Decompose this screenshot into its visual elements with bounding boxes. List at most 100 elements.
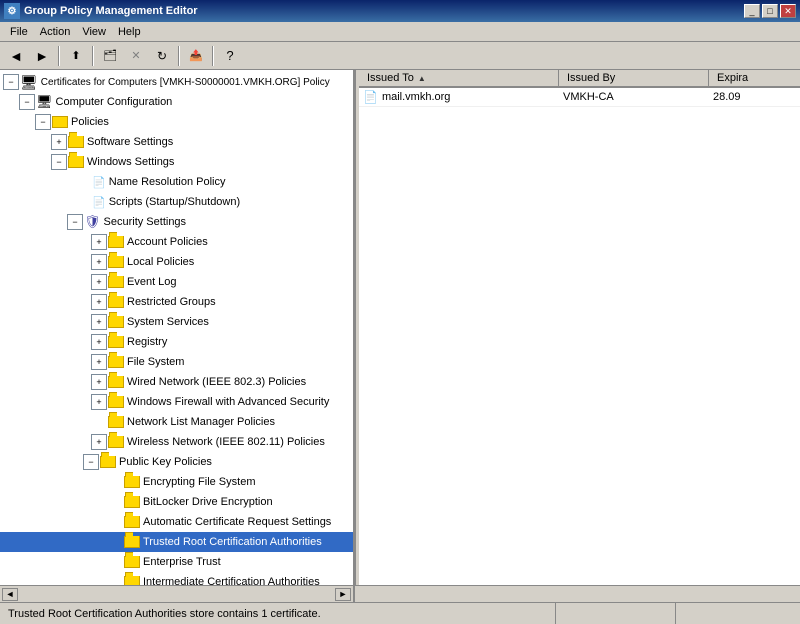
status-section-2 [556,603,676,624]
enterprise-trust-label: Enterprise Trust [143,556,221,568]
security-settings-expand[interactable]: − [67,214,83,230]
tree-bitlocker[interactable]: BitLocker Drive Encryption [0,492,353,512]
issued-by-value: VMKH-CA [563,91,614,103]
tree-encrypting-fs[interactable]: Encrypting File System [0,472,353,492]
tree-registry[interactable]: + Registry [0,332,353,352]
h-scroll-area: ◄ ► [0,585,800,602]
tree-enterprise-trust[interactable]: Enterprise Trust [0,552,353,572]
tree-software-settings[interactable]: + Software Settings [0,132,353,152]
wired-network-label: Wired Network (IEEE 802.3) Policies [127,376,306,388]
tree-network-list[interactable]: Network List Manager Policies [0,412,353,432]
tree-name-resolution[interactable]: 📄 Name Resolution Policy [0,172,353,192]
tree-policies[interactable]: − Policies [0,112,353,132]
tree-pane[interactable]: − 🖥 Certificates for Computers [VMKH-S00… [0,70,355,585]
registry-label: Registry [127,336,167,348]
tree-root[interactable]: − 🖥 Certificates for Computers [VMKH-S00… [0,72,353,92]
menu-view[interactable]: View [76,24,112,40]
h-scroll-right-btn[interactable]: ► [335,588,351,601]
tree-security-settings[interactable]: − 🛡 Security Settings [0,212,353,232]
minimize-button[interactable]: _ [744,4,760,18]
system-services-expand[interactable]: + [91,314,107,330]
encrypting-fs-icon [124,476,140,488]
delete-button[interactable]: ✕ [124,45,148,67]
wireless-network-expand[interactable]: + [91,434,107,450]
local-policies-icon [108,256,124,268]
tree-restricted-groups[interactable]: + Restricted Groups [0,292,353,312]
tree-system-services[interactable]: + System Services [0,312,353,332]
auto-cert-space [107,514,123,530]
sort-arrow-issued-to: ▲ [418,74,426,83]
software-settings-label: Software Settings [87,136,173,148]
issued-to-value: mail.vmkh.org [382,91,450,103]
toolbar-separator-3 [178,46,180,66]
enterprise-trust-icon [124,556,140,568]
account-policies-expand[interactable]: + [91,234,107,250]
left-h-scroll[interactable]: ◄ ► [0,586,355,602]
status-message: Trusted Root Certification Authorities s… [8,608,321,620]
windows-settings-expand[interactable]: − [51,154,67,170]
computer-config-icon: 🖥 [36,94,53,110]
col-header-issued-by[interactable]: Issued By [559,70,709,86]
tree-account-policies[interactable]: + Account Policies [0,232,353,252]
forward-button[interactable]: ► [30,45,54,67]
menu-help[interactable]: Help [112,24,147,40]
public-key-expand[interactable]: − [83,454,99,470]
tree-wired-network[interactable]: + Wired Network (IEEE 802.3) Policies [0,372,353,392]
computer-config-expand[interactable]: − [19,94,35,110]
maximize-button[interactable]: □ [762,4,778,18]
up-button[interactable]: ⬆ [64,45,88,67]
tree-scripts[interactable]: 📄 Scripts (Startup/Shutdown) [0,192,353,212]
tree-file-system[interactable]: + File System [0,352,353,372]
menu-action[interactable]: Action [34,24,77,40]
col-header-issued-to[interactable]: Issued To ▲ [359,70,559,86]
windows-settings-label: Windows Settings [87,156,174,168]
windows-firewall-expand[interactable]: + [91,394,107,410]
h-scroll-left-btn[interactable]: ◄ [2,588,18,601]
encrypting-fs-space [107,474,123,490]
root-expand[interactable]: − [3,74,19,90]
tree-local-policies[interactable]: + Local Policies [0,252,353,272]
h-scroll-track[interactable] [18,588,335,601]
policies-expand[interactable]: − [35,114,51,130]
public-key-icon [100,456,116,468]
scripts-icon: 📄 [92,196,106,209]
help-button[interactable]: ? [218,45,242,67]
bitlocker-label: BitLocker Drive Encryption [143,496,273,508]
export-button[interactable]: 📤 [184,45,208,67]
right-h-scroll[interactable] [355,586,800,602]
intermediate-ca-space [107,574,123,585]
file-system-expand[interactable]: + [91,354,107,370]
tree-public-key[interactable]: − Public Key Policies [0,452,353,472]
tree-wireless-network[interactable]: + Wireless Network (IEEE 802.11) Policie… [0,432,353,452]
software-settings-expand[interactable]: + [51,134,67,150]
back-button[interactable]: ◄ [4,45,28,67]
tree-intermediate-ca[interactable]: Intermediate Certification Authorities [0,572,353,585]
col-header-expiry[interactable]: Expira [709,70,800,86]
restricted-groups-label: Restricted Groups [127,296,216,308]
tree-computer-config[interactable]: − 🖥 Computer Configuration [0,92,353,112]
wired-network-expand[interactable]: + [91,374,107,390]
app-icon: ⚙ [4,3,20,19]
cell-expiry: 28.09 [713,91,793,103]
event-log-icon [108,276,124,288]
show-hide-button[interactable]: 🗂 [98,45,122,67]
tree-windows-firewall[interactable]: + Windows Firewall with Advanced Securit… [0,392,353,412]
close-button[interactable]: ✕ [780,4,796,18]
tree-event-log[interactable]: + Event Log [0,272,353,292]
local-policies-expand[interactable]: + [91,254,107,270]
tree-windows-settings[interactable]: − Windows Settings [0,152,353,172]
scripts-label: Scripts (Startup/Shutdown) [109,196,240,208]
restricted-groups-expand[interactable]: + [91,294,107,310]
tree-auto-cert[interactable]: Automatic Certificate Request Settings [0,512,353,532]
account-policies-icon [108,236,124,248]
menu-file[interactable]: File [4,24,34,40]
window-title: Group Policy Management Editor [24,5,198,17]
tree-trusted-root[interactable]: Trusted Root Certification Authorities [0,532,353,552]
wireless-network-label: Wireless Network (IEEE 802.11) Policies [127,436,325,448]
refresh-button[interactable]: ↻ [150,45,174,67]
event-log-expand[interactable]: + [91,274,107,290]
toolbar-separator-1 [58,46,60,66]
detail-row[interactable]: 📄 mail.vmkh.org VMKH-CA 28.09 [359,88,800,107]
registry-expand[interactable]: + [91,334,107,350]
system-services-icon [108,316,124,328]
